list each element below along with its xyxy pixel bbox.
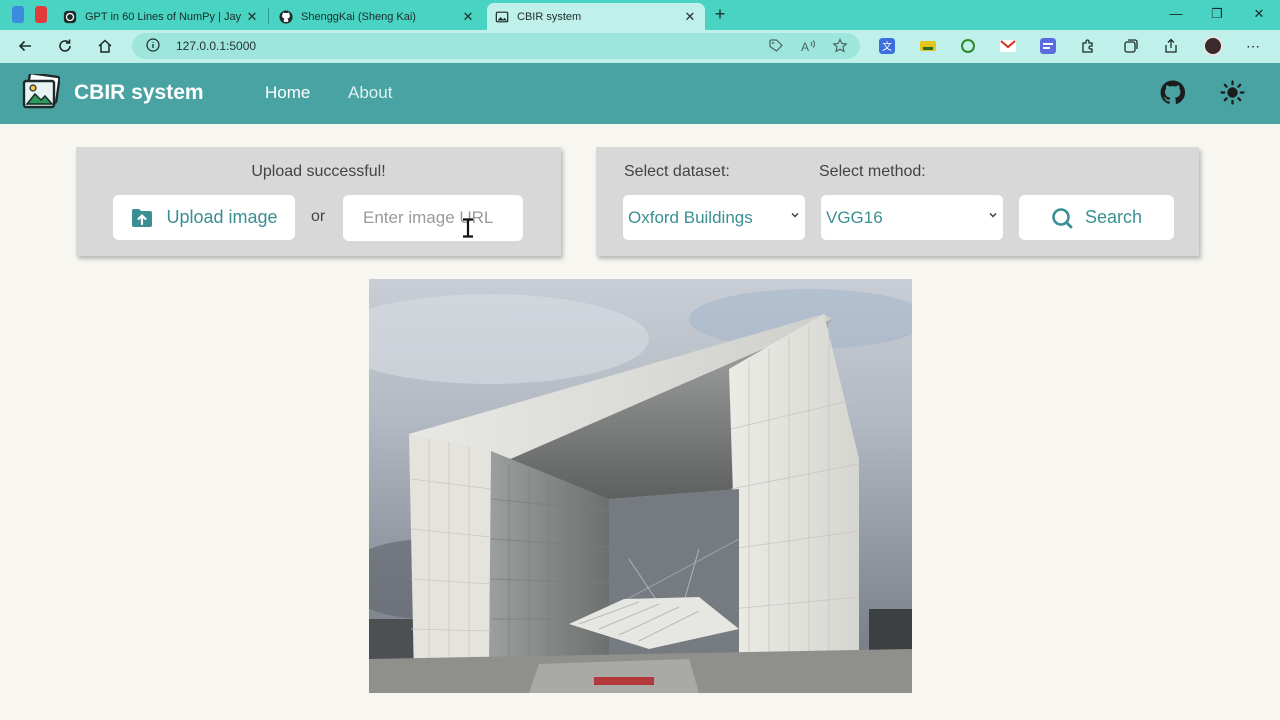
dataset-label: Select dataset: [624, 163, 730, 180]
chevron-down-icon [791, 213, 799, 218]
restore-button[interactable]: ❐ [1207, 6, 1227, 22]
github-icon [279, 9, 293, 24]
or-separator: or [311, 208, 326, 225]
svg-text:A: A [801, 40, 809, 54]
method-value: VGG16 [826, 207, 883, 227]
browser-tab-strip: GPT in 60 Lines of NumPy | Jay M ✕ Sheng… [0, 0, 1280, 30]
browser-toolbar: 127.0.0.1:5000 A 文 6m 2 [0, 30, 1280, 87]
openai-icon [63, 10, 77, 23]
upload-image-button[interactable]: Upload image [113, 195, 295, 240]
app-header: CBIR system Home About [0, 63, 1280, 124]
pinned-tab-2[interactable] [35, 6, 47, 23]
read-aloud-icon[interactable]: A [800, 38, 816, 54]
favorites-star-icon[interactable] [832, 38, 848, 54]
minimize-button[interactable]: — [1166, 6, 1186, 21]
app-brand[interactable]: CBIR system [74, 81, 204, 105]
tab-title: CBIR system [517, 10, 582, 23]
nav-home[interactable]: Home [265, 83, 310, 103]
tab-gpt-numpy[interactable]: GPT in 60 Lines of NumPy | Jay M ✕ [55, 3, 267, 30]
reload-icon [59, 39, 71, 52]
address-bar[interactable]: 127.0.0.1:5000 A [132, 33, 860, 59]
yellow-extension-icon[interactable] [920, 38, 936, 54]
dataset-value: Oxford Buildings [628, 207, 753, 227]
tab-divider [268, 8, 269, 24]
tab-title: ShenggKai (Sheng Kai) [301, 10, 416, 23]
github-icon[interactable] [1160, 80, 1185, 105]
info-icon[interactable] [146, 38, 160, 52]
tab-cbir-system[interactable]: CBIR system ✕ [487, 3, 705, 30]
search-button[interactable]: Search [1019, 195, 1174, 240]
query-image [369, 279, 912, 693]
sun-icon[interactable] [1220, 80, 1245, 105]
text-cursor-icon [463, 218, 473, 238]
search-panel: Select dataset: Select method: Oxford Bu… [596, 147, 1199, 256]
dataset-select[interactable]: Oxford Buildings [623, 195, 805, 240]
pinned-tab-1[interactable] [12, 6, 24, 23]
reload-button[interactable] [55, 36, 75, 56]
gmail-extension-icon[interactable] [1000, 38, 1016, 54]
svg-text:文: 文 [882, 40, 892, 53]
extensions-puzzle-icon[interactable] [1080, 38, 1096, 54]
upload-panel: Upload successful! Upload image or [76, 147, 561, 256]
upload-image-label: Upload image [166, 207, 278, 227]
nav-about[interactable]: About [348, 83, 392, 103]
tag-icon[interactable] [768, 38, 784, 54]
gallery-logo-icon[interactable] [22, 74, 60, 110]
chevron-down-icon [989, 213, 997, 218]
more-options-button[interactable]: ⋯ [1246, 38, 1261, 55]
blue-extension-icon[interactable] [1040, 38, 1056, 54]
profile-avatar[interactable] [1203, 36, 1223, 56]
share-icon[interactable] [1163, 38, 1179, 54]
tab-github-profile[interactable]: ShenggKai (Sheng Kai) ✕ [271, 3, 483, 30]
window-close-button[interactable]: ✕ [1249, 6, 1269, 22]
close-icon[interactable]: ✕ [245, 9, 259, 25]
close-icon[interactable]: ✕ [683, 9, 697, 25]
search-icon [1052, 207, 1073, 228]
translate-extension-icon[interactable]: 文 [879, 38, 895, 54]
address-url[interactable]: 127.0.0.1:5000 [176, 39, 256, 53]
method-select[interactable]: VGG16 [821, 195, 1003, 240]
image-icon [495, 11, 509, 22]
upload-status: Upload successful! [251, 163, 386, 180]
method-label: Select method: [819, 163, 926, 180]
folder-upload-icon [132, 208, 153, 227]
home-button[interactable] [95, 36, 115, 56]
tab-title: GPT in 60 Lines of NumPy | Jay M [85, 10, 245, 23]
timer-extension-icon[interactable] [960, 38, 976, 54]
close-icon[interactable]: ✕ [461, 9, 475, 25]
new-tab-button[interactable]: + [710, 4, 730, 24]
back-button[interactable] [15, 36, 35, 56]
collections-icon[interactable] [1123, 38, 1139, 54]
image-url-input[interactable] [343, 195, 523, 241]
home-icon [98, 39, 112, 53]
arrow-left-icon [18, 40, 31, 52]
search-button-label: Search [1084, 207, 1143, 227]
